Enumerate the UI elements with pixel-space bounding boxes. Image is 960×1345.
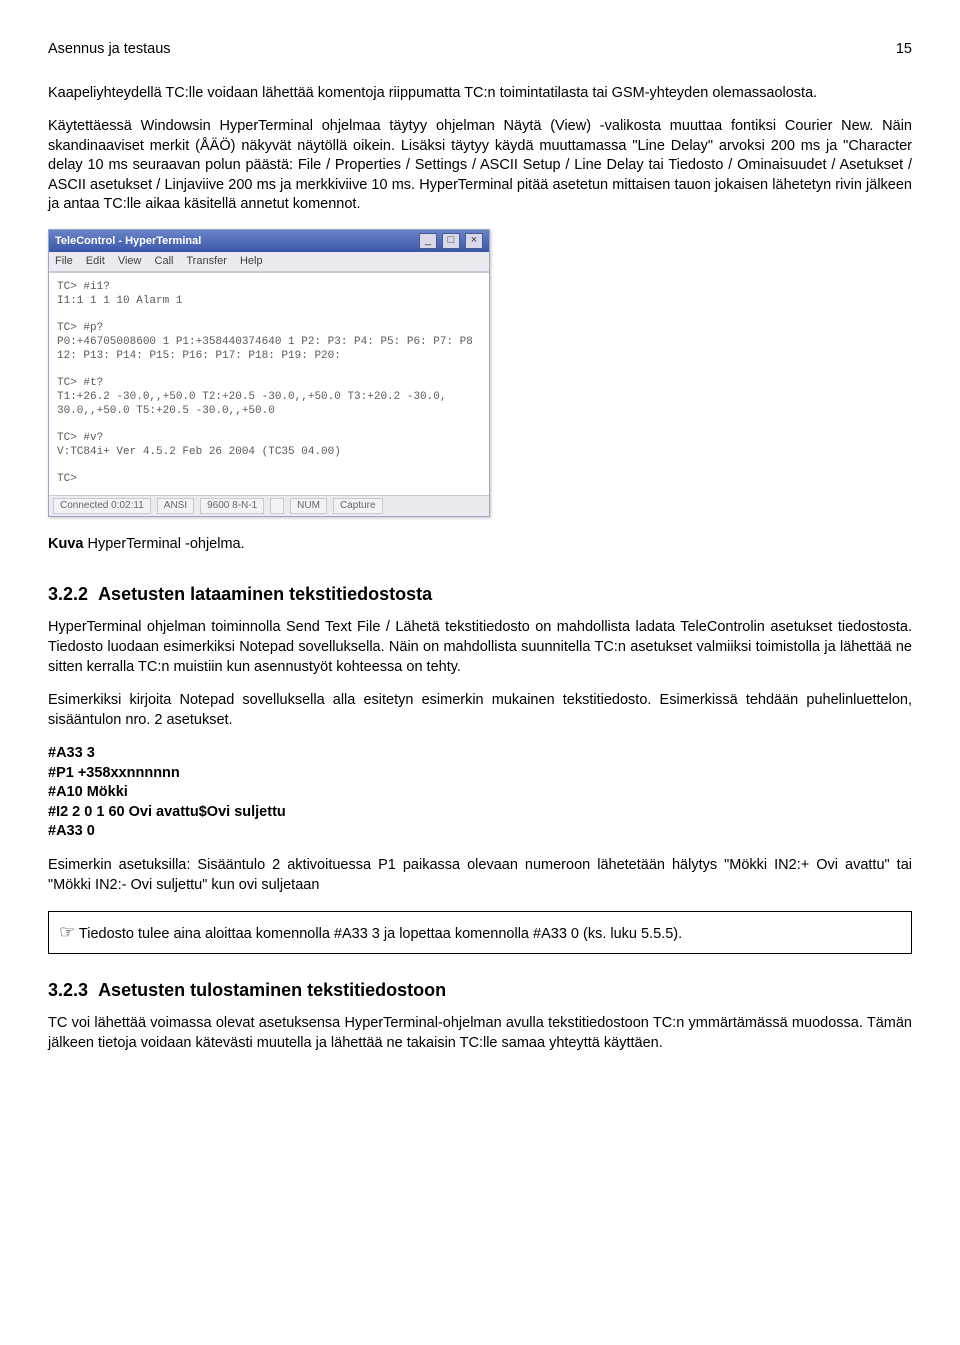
paragraph-intro-2: Käytettäessä Windowsin HyperTerminal ohj… <box>48 117 912 215</box>
section-323-title: Asetusten tulostaminen tekstitiedostoon <box>98 980 446 1000</box>
section-322-heading: 3.2.2 Asetusten lataaminen tekstitiedost… <box>48 582 912 606</box>
cmd-2: #P1 +358xxnnnnnn <box>48 764 912 784</box>
statusbar: Connected 0:02:11 ANSI 9600 8-N-1 NUM Ca… <box>49 496 489 516</box>
menu-help[interactable]: Help <box>240 255 263 267</box>
note-text: Tiedosto tulee aina aloittaa komennolla … <box>79 926 682 942</box>
menu-file[interactable]: File <box>55 255 73 267</box>
close-icon[interactable]: × <box>465 233 483 249</box>
cmd-5: #A33 0 <box>48 822 912 842</box>
section-322-p3: Esimerkin asetuksilla: Sisääntulo 2 akti… <box>48 856 912 895</box>
cmd-4: #I2 2 0 1 60 Ovi avattu$Ovi suljettu <box>48 803 912 823</box>
section-323-heading: 3.2.3 Asetusten tulostaminen tekstitiedo… <box>48 978 912 1002</box>
status-num: NUM <box>290 498 327 514</box>
status-connected: Connected 0:02:11 <box>53 498 151 514</box>
minimize-icon[interactable]: _ <box>419 233 437 249</box>
section-323-number: 3.2.3 <box>48 980 88 1000</box>
figure-caption: Kuva HyperTerminal -ohjelma. <box>48 535 912 555</box>
maximize-icon[interactable]: □ <box>442 233 460 249</box>
section-322-p1: HyperTerminal ohjelman toiminnolla Send … <box>48 618 912 677</box>
pointing-hand-icon: ☞ <box>59 922 75 942</box>
menu-transfer[interactable]: Transfer <box>186 255 227 267</box>
terminal-output: TC> #i1? I1:1 1 1 10 Alarm 1 TC> #p? P0:… <box>49 272 489 496</box>
menubar: File Edit View Call Transfer Help <box>49 252 489 272</box>
section-323-p1: TC voi lähettää voimassa olevat asetukse… <box>48 1014 912 1053</box>
section-322-number: 3.2.2 <box>48 584 88 604</box>
header-right: 15 <box>896 40 912 60</box>
page-header: Asennus ja testaus 15 <box>48 40 912 60</box>
menu-call[interactable]: Call <box>155 255 174 267</box>
status-blank <box>270 498 284 514</box>
menu-edit[interactable]: Edit <box>86 255 105 267</box>
hyperterminal-window: TeleControl - HyperTerminal _ □ × File E… <box>48 229 490 517</box>
window-title: TeleControl - HyperTerminal <box>55 234 201 249</box>
caption-lead: Kuva <box>48 536 83 552</box>
section-322-title: Asetusten lataaminen tekstitiedostosta <box>98 584 432 604</box>
note-box: ☞ Tiedosto tulee aina aloittaa komennoll… <box>48 911 912 954</box>
window-buttons: _ □ × <box>417 233 483 249</box>
cmd-1: #A33 3 <box>48 744 912 764</box>
caption-rest: HyperTerminal -ohjelma. <box>83 536 244 552</box>
cmd-3: #A10 Mökki <box>48 783 912 803</box>
example-commands: #A33 3 #P1 +358xxnnnnnn #A10 Mökki #I2 2… <box>48 744 912 842</box>
status-baud: 9600 8-N-1 <box>200 498 264 514</box>
status-encoding: ANSI <box>157 498 194 514</box>
titlebar: TeleControl - HyperTerminal _ □ × <box>49 230 489 252</box>
status-capture: Capture <box>333 498 383 514</box>
paragraph-intro-1: Kaapeliyhteydellä TC:lle voidaan lähettä… <box>48 84 912 104</box>
header-left: Asennus ja testaus <box>48 40 171 60</box>
menu-view[interactable]: View <box>118 255 142 267</box>
section-322-p2: Esimerkiksi kirjoita Notepad sovelluksel… <box>48 691 912 730</box>
